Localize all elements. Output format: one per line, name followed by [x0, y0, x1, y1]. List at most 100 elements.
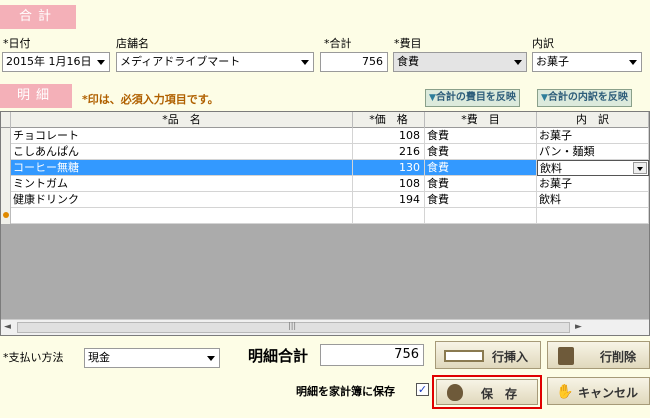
total-label: *合計	[324, 37, 352, 50]
cell-category[interactable]: 食費	[425, 144, 537, 160]
triangle-down-icon: ▼	[541, 93, 548, 103]
save-to-book-checkbox[interactable]: ✓	[416, 383, 429, 396]
store-label: 店舗名	[116, 37, 149, 50]
chevron-down-icon	[97, 60, 105, 65]
cell-price[interactable]: 130	[353, 160, 425, 176]
new-row[interactable]	[1, 208, 649, 224]
payment-label: *支払い方法	[3, 351, 64, 364]
cell-breakdown[interactable]: お菓子	[537, 176, 649, 192]
horizontal-scrollbar[interactable]: ◄ ||| ►	[1, 319, 649, 335]
breakdown-select[interactable]: お菓子	[532, 52, 642, 72]
chevron-down-icon	[629, 60, 637, 65]
reflect-category-button[interactable]: ▼合計の費目を反映	[425, 89, 520, 107]
row-header[interactable]	[1, 128, 11, 144]
save-to-book-label: 明細を家計簿に保存	[296, 385, 395, 398]
reflect-category-label: 合計の費目を反映	[435, 92, 516, 103]
cell-price[interactable]: 108	[353, 176, 425, 192]
total-input[interactable]: 756	[320, 52, 388, 72]
insert-row-label: 行挿入	[492, 350, 529, 364]
table-row[interactable]: ミントガム 108 食費 お菓子	[1, 176, 649, 192]
delete-row-button[interactable]: 行削除	[547, 341, 650, 369]
detail-grid[interactable]: *品 名 *価 格 *費 目 内 訳 チョコレート 108 食費 お菓子 こしあんぱん 2…	[0, 111, 650, 336]
dropdown-arrow-icon	[637, 167, 643, 171]
trash-icon	[558, 347, 574, 365]
detail-total-value: 756	[320, 344, 424, 366]
scroll-left-icon[interactable]: ◄	[4, 322, 11, 332]
hand-icon: ✋	[556, 384, 574, 400]
total-section-tab: 合計	[0, 5, 76, 29]
cell-category[interactable]: 食費	[425, 128, 537, 144]
cell-price[interactable]: 216	[353, 144, 425, 160]
triangle-down-icon: ▼	[429, 93, 436, 103]
date-picker[interactable]: 2015年 1月16日	[2, 52, 110, 72]
required-note: *印は、必須入力項目です。	[82, 93, 219, 106]
date-value: 2015年 1月16日	[6, 55, 92, 68]
column-header-breakdown[interactable]: 内 訳	[537, 112, 649, 128]
insert-row-button[interactable]: 行挿入	[435, 341, 541, 369]
column-header-category[interactable]: *費 目	[425, 112, 537, 128]
cell-category[interactable]: 食費	[425, 160, 537, 176]
date-label: *日付	[3, 37, 31, 50]
save-button-highlight: 保 存	[432, 375, 542, 409]
chevron-down-icon	[301, 60, 309, 65]
table-row[interactable]: 健康ドリンク 194 食費 飲料	[1, 192, 649, 208]
new-row-breakdown-cell[interactable]	[537, 208, 649, 224]
cell-name[interactable]: こしあんぱん	[11, 144, 353, 160]
money-bag-icon	[447, 384, 463, 401]
row-header[interactable]	[1, 144, 11, 160]
category-select[interactable]: 食費	[393, 52, 527, 72]
new-row-name-cell[interactable]	[11, 208, 353, 224]
scroll-right-icon[interactable]: ►	[575, 322, 582, 332]
payment-value: 現金	[88, 351, 110, 364]
breakdown-value: お菓子	[536, 55, 569, 68]
scrollbar-thumb[interactable]: |||	[17, 321, 570, 333]
delete-row-label: 行削除	[600, 350, 637, 364]
row-header	[1, 208, 11, 224]
reflect-breakdown-button[interactable]: ▼合計の内訳を反映	[537, 89, 632, 107]
chevron-down-icon	[207, 356, 215, 361]
cell-breakdown[interactable]: お菓子	[537, 128, 649, 144]
new-row-category-cell[interactable]	[425, 208, 537, 224]
cell-price[interactable]: 108	[353, 128, 425, 144]
cancel-button[interactable]: ✋ キャンセル	[547, 377, 650, 405]
cell-name[interactable]: チョコレート	[11, 128, 353, 144]
detail-total-label: 明細合計	[248, 347, 309, 365]
row-header[interactable]	[1, 176, 11, 192]
row-header[interactable]	[1, 160, 11, 176]
cell-breakdown[interactable]: パン・麺類	[537, 144, 649, 160]
cell-category[interactable]: 食費	[425, 176, 537, 192]
category-value: 食費	[397, 55, 419, 68]
insert-row-icon	[444, 350, 484, 362]
cell-category[interactable]: 食費	[425, 192, 537, 208]
cell-price[interactable]: 194	[353, 192, 425, 208]
cell-name[interactable]: ミントガム	[11, 176, 353, 192]
table-row[interactable]: コーヒー無糖 130 食費 飲料	[1, 160, 649, 176]
table-row[interactable]: チョコレート 108 食費 お菓子	[1, 128, 649, 144]
row-header[interactable]	[1, 192, 11, 208]
cell-breakdown[interactable]: 飲料	[537, 192, 649, 208]
cancel-label: キャンセル	[578, 386, 639, 400]
category-label: *費目	[394, 37, 422, 50]
chevron-down-icon	[514, 60, 522, 65]
chevron-down-icon[interactable]	[633, 162, 647, 174]
new-row-price-cell[interactable]	[353, 208, 425, 224]
store-select[interactable]: メディアドライブマート	[116, 52, 314, 72]
cell-name[interactable]: コーヒー無糖	[11, 160, 353, 176]
row-header-corner	[1, 112, 11, 128]
cell-breakdown[interactable]: 飲料	[537, 160, 649, 176]
payment-select[interactable]: 現金	[84, 348, 220, 368]
store-value: メディアドライブマート	[120, 55, 241, 68]
column-header-price[interactable]: *価 格	[353, 112, 425, 128]
new-row-marker-icon	[3, 212, 9, 218]
grip-icon: |||	[288, 321, 297, 330]
cell-name[interactable]: 健康ドリンク	[11, 192, 353, 208]
save-button[interactable]: 保 存	[436, 379, 538, 405]
save-label: 保 存	[481, 387, 518, 401]
detail-section-tab: 明細	[0, 84, 72, 108]
table-row[interactable]: こしあんぱん 216 食費 パン・麺類	[1, 144, 649, 160]
breakdown-label: 内訳	[532, 37, 554, 50]
cell-breakdown-text: 飲料	[540, 162, 562, 175]
column-header-name[interactable]: *品 名	[11, 112, 353, 128]
grid-header: *品 名 *価 格 *費 目 内 訳	[1, 112, 649, 128]
reflect-breakdown-label: 合計の内訳を反映	[547, 92, 628, 103]
